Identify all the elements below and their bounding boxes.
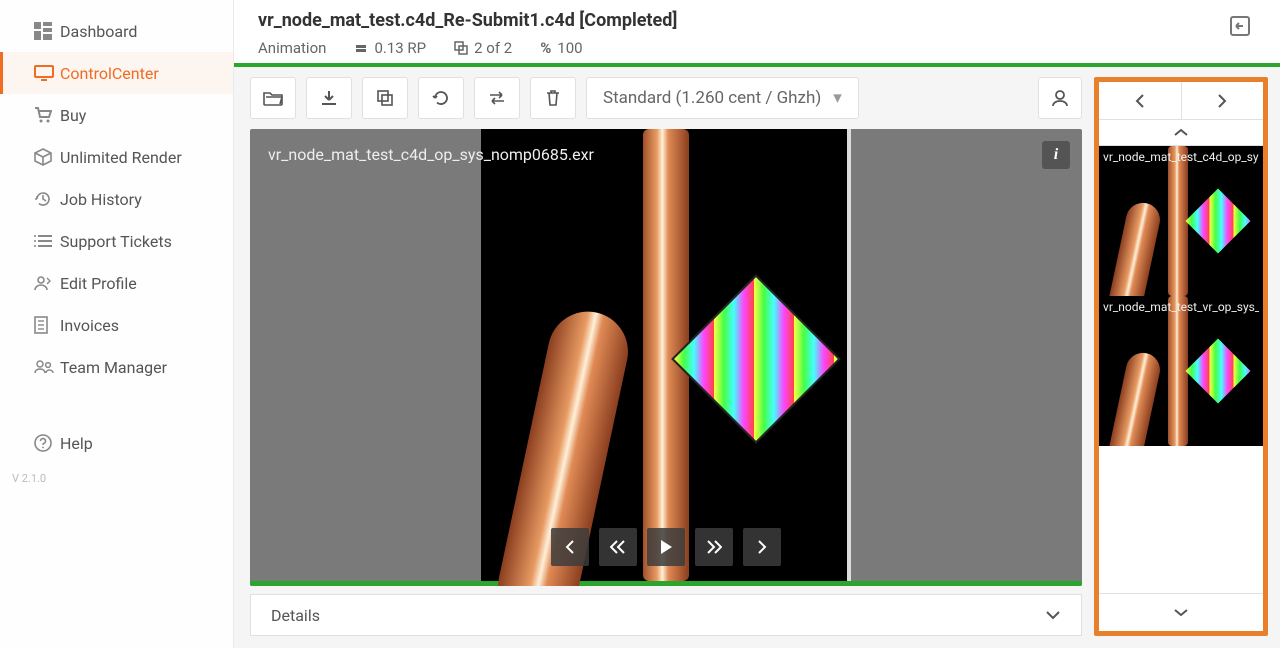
open-folder-button[interactable]	[250, 77, 296, 119]
playback-controls	[551, 528, 781, 566]
copy-button[interactable]	[362, 77, 408, 119]
info-button[interactable]: i	[1042, 141, 1070, 169]
thumb-next-button[interactable]	[1181, 82, 1264, 120]
help-icon	[34, 434, 60, 452]
sidebar-item-label: Buy	[60, 106, 86, 125]
job-percent: 100	[557, 39, 582, 57]
sidebar-item-help[interactable]: Help	[0, 422, 233, 464]
renderer-select-value: Standard (1.260 cent / Ghzh)	[603, 88, 821, 108]
credits-icon	[354, 41, 368, 55]
sidebar-item-label: Job History	[60, 190, 142, 209]
chevron-down-icon: ▾	[833, 88, 842, 108]
percent-icon: %	[540, 39, 551, 57]
main-panel: vr_node_mat_test.c4d_Re-Submit1.c4d [Com…	[234, 0, 1280, 648]
sidebar-item-label: Unlimited Render	[60, 148, 182, 167]
sidebar-item-job-history[interactable]: Job History	[0, 178, 233, 220]
toolbar: Standard (1.260 cent / Ghzh) ▾	[250, 77, 1082, 119]
job-credits: 0.13 RP	[374, 39, 426, 57]
renderer-select[interactable]: Standard (1.260 cent / Ghzh) ▾	[586, 77, 859, 119]
job-frames: 2 of 2	[474, 39, 512, 57]
history-icon	[34, 190, 60, 208]
details-toggle[interactable]: Details	[250, 594, 1082, 636]
user-edit-icon	[34, 275, 60, 291]
prev-frame-button[interactable]	[551, 528, 589, 566]
sidebar-item-dashboard[interactable]: Dashboard	[0, 10, 233, 52]
job-type: Animation	[258, 39, 326, 57]
delete-button[interactable]	[530, 77, 576, 119]
sidebar-item-unlimited-render[interactable]: Unlimited Render	[0, 136, 233, 178]
job-subinfo: Animation 0.13 RP 2 of 2 % 100	[258, 39, 677, 57]
thumbnail-name: vr_node_mat_test_c4d_op_sys_nomp0685.exr	[1103, 150, 1259, 164]
sidebar: Dashboard ControlCenter Buy Unlimited Re…	[0, 0, 234, 648]
sidebar-item-label: ControlCenter	[60, 64, 159, 83]
download-button[interactable]	[306, 77, 352, 119]
titlebar: vr_node_mat_test.c4d_Re-Submit1.c4d [Com…	[234, 0, 1280, 63]
box-icon	[34, 148, 60, 166]
thumbnail-item[interactable]: vr_node_mat_test_vr_op_sys_nomp0685.exr	[1099, 296, 1263, 446]
sidebar-item-team-manager[interactable]: Team Manager	[0, 346, 233, 388]
user-button[interactable]	[1038, 77, 1082, 119]
sidebar-item-label: Invoices	[60, 316, 119, 335]
viewer-progress-bar	[250, 581, 1082, 586]
frame-filename: vr_node_mat_test_c4d_op_sys_nomp0685.exr	[268, 145, 594, 164]
sidebar-item-support-tickets[interactable]: Support Tickets	[0, 220, 233, 262]
thumbnail-name: vr_node_mat_test_vr_op_sys_nomp0685.exr	[1103, 300, 1259, 314]
list-icon	[34, 234, 60, 248]
details-label: Details	[271, 606, 320, 625]
progress-bar	[234, 63, 1280, 67]
next-frame-button[interactable]	[743, 528, 781, 566]
sidebar-item-label: Dashboard	[60, 22, 137, 41]
sidebar-item-edit-profile[interactable]: Edit Profile	[0, 262, 233, 304]
sidebar-item-buy[interactable]: Buy	[0, 94, 233, 136]
thumbnail-item[interactable]: vr_node_mat_test_c4d_op_sys_nomp0685.exr	[1099, 146, 1263, 296]
sidebar-item-label: Help	[60, 434, 93, 453]
render-image	[481, 129, 851, 581]
thumb-scroll-up[interactable]	[1099, 120, 1263, 146]
play-button[interactable]	[647, 528, 685, 566]
thumb-scroll-down[interactable]	[1099, 593, 1263, 631]
sidebar-item-label: Support Tickets	[60, 232, 172, 251]
thumb-prev-button[interactable]	[1099, 82, 1181, 120]
frames-icon	[454, 41, 468, 55]
frame-viewer: vr_node_mat_test_c4d_op_sys_nomp0685.exr…	[250, 129, 1082, 586]
job-title: vr_node_mat_test.c4d_Re-Submit1.c4d [Com…	[258, 10, 677, 31]
chevron-down-icon	[1045, 610, 1061, 620]
fast-forward-button[interactable]	[695, 528, 733, 566]
swap-button[interactable]	[474, 77, 520, 119]
sidebar-item-label: Team Manager	[60, 358, 167, 377]
version-label: V 2.1.0	[0, 464, 233, 493]
thumbnail-panel: vr_node_mat_test_c4d_op_sys_nomp0685.exr…	[1094, 77, 1268, 636]
invoice-icon	[34, 316, 60, 334]
sidebar-item-invoices[interactable]: Invoices	[0, 304, 233, 346]
cart-icon	[34, 107, 60, 123]
dashboard-icon	[34, 22, 60, 40]
rewind-button[interactable]	[599, 528, 637, 566]
monitor-icon	[34, 65, 60, 81]
sidebar-item-controlcenter[interactable]: ControlCenter	[0, 52, 233, 94]
sidebar-item-label: Edit Profile	[60, 274, 137, 293]
team-icon	[34, 360, 60, 374]
refresh-button[interactable]	[418, 77, 464, 119]
exit-button[interactable]	[1224, 10, 1256, 42]
